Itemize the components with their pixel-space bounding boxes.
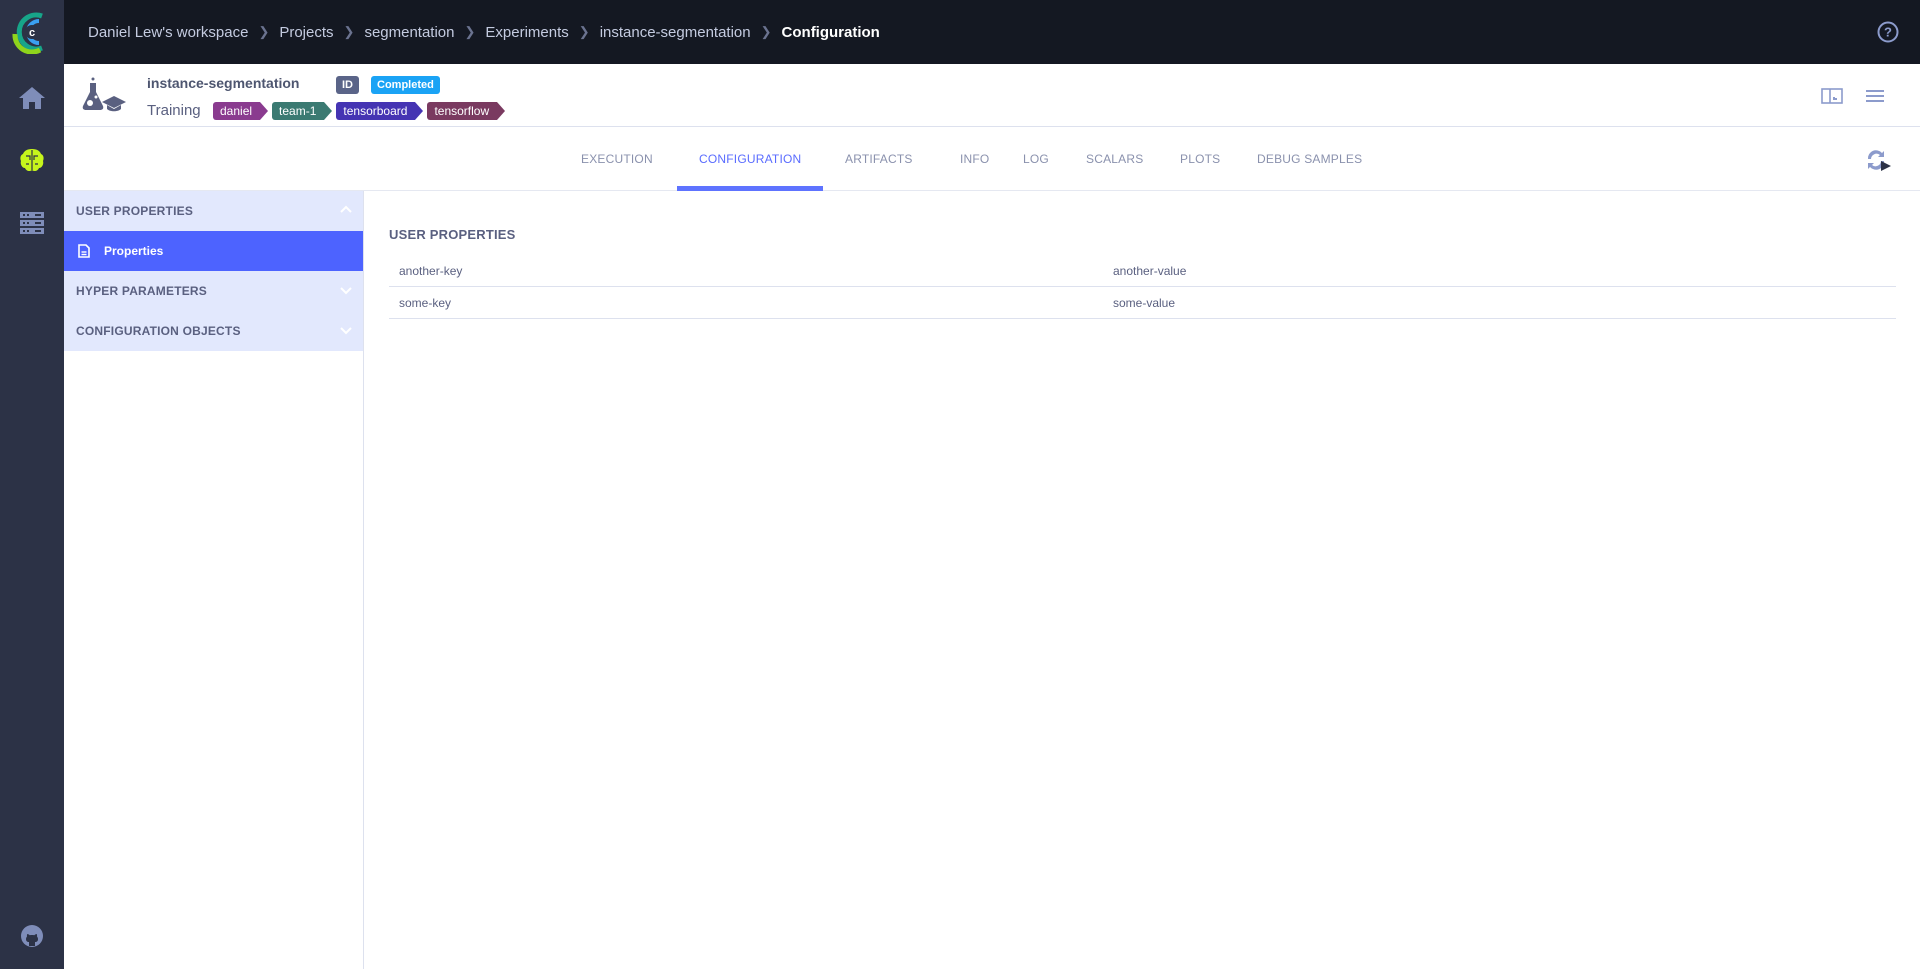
github-icon — [21, 925, 43, 947]
experiment-id-badge[interactable]: ID — [336, 76, 359, 94]
tab-log[interactable]: LOG — [1001, 128, 1071, 191]
server-icon — [20, 212, 44, 234]
table-row: some-key some-value — [389, 287, 1896, 319]
document-icon — [78, 244, 90, 258]
tag[interactable]: team-1 — [272, 102, 333, 120]
help-button[interactable]: ? — [1876, 20, 1900, 44]
help-icon: ? — [1877, 21, 1899, 43]
configuration-content: USER PROPERTIES another-key another-valu… — [365, 191, 1920, 969]
breadcrumb-workspace[interactable]: Daniel Lew's workspace — [88, 24, 248, 41]
section-item-label: Properties — [104, 244, 164, 258]
experiment-tabs: EXECUTION CONFIGURATION ARTIFACTS INFO L… — [64, 128, 1920, 191]
chevron-up-icon — [340, 205, 352, 213]
tab-scalars[interactable]: SCALARS — [1064, 128, 1165, 191]
breadcrumb-experiments[interactable]: Experiments — [485, 24, 568, 41]
status-badge: Completed — [371, 76, 440, 94]
menu-button[interactable] — [1864, 86, 1886, 106]
tag[interactable]: daniel — [213, 102, 269, 120]
breadcrumb-experiment[interactable]: instance-segmentation — [600, 24, 751, 41]
breadcrumb-separator-icon: ❯ — [578, 24, 590, 39]
tag-list: daniel team-1 tensorboard tensorflow — [213, 102, 509, 120]
home-nav-button[interactable] — [16, 82, 48, 114]
split-view-icon — [1821, 88, 1843, 104]
section-label: USER PROPERTIES — [76, 204, 194, 218]
section-label: HYPER PARAMETERS — [76, 284, 207, 298]
property-value: some-value — [1113, 295, 1176, 310]
tab-configuration[interactable]: CONFIGURATION — [677, 128, 824, 191]
tab-execution[interactable]: EXECUTION — [559, 128, 675, 191]
clearml-logo[interactable]: c — [0, 0, 64, 64]
tab-artifacts[interactable]: ARTIFACTS — [823, 128, 935, 191]
left-navigation-rail: c — [0, 0, 64, 969]
section-configuration-objects[interactable]: CONFIGURATION OBJECTS — [64, 311, 363, 351]
breadcrumb-separator-icon: ❯ — [464, 24, 476, 39]
content-title: USER PROPERTIES — [389, 227, 516, 242]
svg-text:c: c — [29, 27, 35, 39]
tab-plots[interactable]: PLOTS — [1158, 128, 1242, 191]
home-icon — [19, 87, 45, 109]
section-user-properties[interactable]: USER PROPERTIES — [64, 191, 363, 231]
experiment-header: instance-segmentation ID Completed Train… — [64, 64, 1920, 127]
training-experiment-icon — [80, 76, 132, 116]
logo-icon: c — [12, 12, 43, 54]
workers-nav-button[interactable] — [16, 207, 48, 239]
section-label: CONFIGURATION OBJECTS — [76, 324, 241, 338]
experiment-name: instance-segmentation — [147, 75, 300, 91]
section-item-properties[interactable]: Properties — [64, 231, 363, 271]
tag[interactable]: tensorflow — [427, 102, 505, 120]
breadcrumb-separator-icon: ❯ — [760, 24, 772, 39]
property-key: another-key — [399, 263, 463, 278]
breadcrumb-separator-icon: ❯ — [343, 24, 355, 39]
hamburger-menu-icon — [1866, 90, 1884, 102]
breadcrumb-projects[interactable]: Projects — [279, 24, 333, 41]
experiments-nav-button[interactable] — [16, 144, 48, 176]
svg-text:?: ? — [1884, 25, 1892, 40]
property-key: some-key — [399, 295, 452, 310]
chevron-down-icon — [340, 327, 352, 335]
tab-debug-samples[interactable]: DEBUG SAMPLES — [1235, 128, 1384, 191]
experiment-type: Training — [147, 102, 201, 119]
tag[interactable]: tensorboard — [336, 102, 424, 120]
refresh-play-icon — [1867, 150, 1891, 171]
section-hyper-parameters[interactable]: HYPER PARAMETERS — [64, 271, 363, 311]
brain-icon — [20, 149, 44, 172]
breadcrumb-separator-icon: ❯ — [258, 24, 270, 39]
auto-refresh-button[interactable] — [1864, 148, 1892, 172]
chevron-down-icon — [340, 287, 352, 295]
github-link[interactable] — [20, 924, 44, 948]
breadcrumb: Daniel Lew's workspace ❯ Projects ❯ segm… — [88, 0, 880, 64]
top-bar: Daniel Lew's workspace ❯ Projects ❯ segm… — [64, 0, 1920, 64]
user-properties-table: another-key another-value some-key some-… — [389, 255, 1896, 319]
breadcrumb-current: Configuration — [781, 23, 880, 41]
toggle-details-panel-button[interactable] — [1821, 86, 1843, 106]
breadcrumb-project[interactable]: segmentation — [364, 24, 454, 41]
property-value: another-value — [1113, 263, 1187, 278]
configuration-sections-panel: USER PROPERTIES Properties HYPER PARAMET… — [64, 191, 364, 969]
table-row: another-key another-value — [389, 255, 1896, 287]
